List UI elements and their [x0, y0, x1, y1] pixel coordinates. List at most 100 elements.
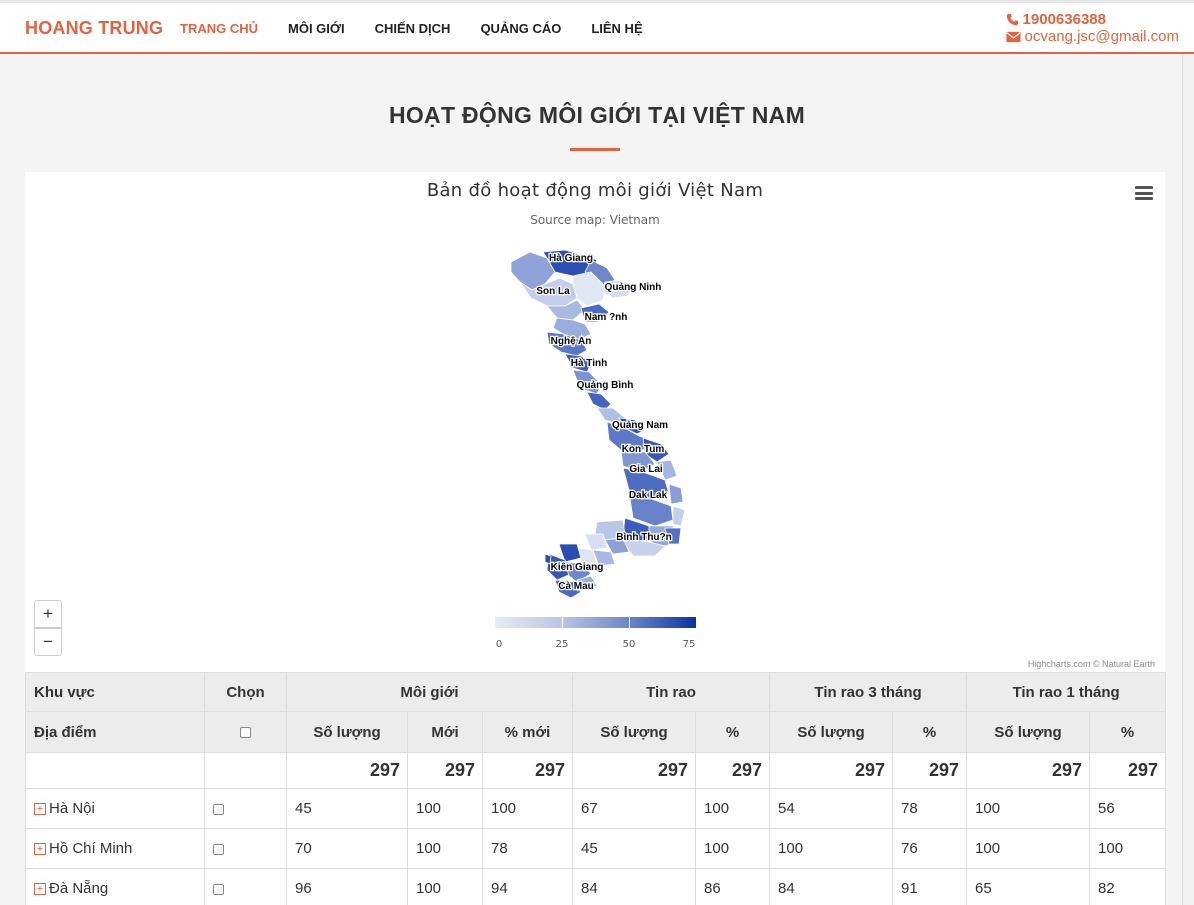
main-nav: TRANG CHỦ MÔI GIỚI CHIẾN DỊCH QUẢNG CÁO …	[180, 21, 673, 37]
location-name[interactable]: Hà Nội	[49, 800, 95, 817]
legend-label: 0	[495, 639, 503, 650]
cell-value: 78	[481, 828, 574, 869]
zoom-out-button[interactable]: −	[34, 628, 62, 656]
total-value: 297	[892, 752, 968, 789]
map-chart: Hà Giang Quảng Ninh Son La Nam ?nh Nghệ …	[25, 172, 1165, 672]
total-value: 297	[286, 752, 408, 789]
col-header-pct: %	[892, 711, 968, 753]
cell-value: 84	[572, 868, 697, 905]
cell-value: 100	[966, 828, 1091, 869]
map-label: Cà Mau	[558, 581, 594, 592]
title-underline	[570, 148, 620, 151]
col-header-location: Địa điểm	[25, 711, 205, 753]
nav-campaigns[interactable]: CHIẾN DỊCH	[375, 21, 451, 37]
nav-home[interactable]: TRANG CHỦ	[180, 21, 258, 37]
total-value: 297	[572, 752, 697, 789]
cell-value: 91	[892, 868, 968, 905]
map-label: Hà Giang	[549, 253, 593, 264]
col-header-region: Khu vực	[25, 672, 205, 712]
col-header-pct: %	[695, 711, 771, 753]
row-checkbox[interactable]	[213, 883, 224, 895]
region-quang-tri[interactable]	[586, 391, 612, 411]
export-menu-icon[interactable]	[1135, 186, 1153, 200]
page-scrollbar[interactable]	[1182, 54, 1194, 905]
cell-value: 67	[572, 788, 697, 829]
total-value: 297	[407, 752, 483, 789]
cell-value: 100	[695, 788, 771, 829]
legend-label: 25	[555, 639, 569, 650]
cell-value: 100	[407, 868, 483, 905]
row-checkbox[interactable]	[213, 843, 224, 855]
legend-label: 50	[622, 639, 636, 650]
email-row[interactable]: ocvang.jsc@gmail.com	[1006, 28, 1179, 45]
select-cell	[204, 868, 287, 905]
row-checkbox[interactable]	[213, 803, 224, 815]
region-khanh-hoa[interactable]	[672, 505, 686, 527]
select-cell	[204, 828, 287, 869]
contact-info: 1900636388 ocvang.jsc@gmail.com	[1006, 11, 1179, 45]
top-navbar: HOANG TRUNG TRANG CHỦ MÔI GIỚI CHIẾN DỊC…	[0, 0, 1194, 54]
table-row: + Đà Nẵng 96 100 94 84 86 84 91 65 82	[25, 868, 1167, 905]
cell-value: 100	[481, 788, 574, 829]
nav-brokers[interactable]: MÔI GIỚI	[288, 21, 345, 37]
cell-value: 100	[966, 788, 1091, 829]
map-label: Hà Tinh	[571, 358, 607, 369]
cell-value: 100	[407, 788, 483, 829]
totals-cell	[204, 752, 287, 789]
total-value: 297	[966, 752, 1091, 789]
vietnam-map[interactable]: Hà Giang Quảng Ninh Son La Nam ?nh Nghệ …	[25, 172, 1165, 672]
select-cell	[204, 788, 287, 829]
location-cell: + Hồ Chí Minh	[25, 828, 205, 869]
phone-row[interactable]: 1900636388	[1006, 11, 1179, 28]
map-label: Kon Tum	[622, 444, 665, 455]
col-header-select: Chọn	[204, 672, 287, 712]
zoom-in-button[interactable]: +	[34, 600, 62, 628]
expand-icon[interactable]: +	[34, 843, 46, 855]
phone-icon	[1006, 13, 1018, 26]
legend-tick	[562, 617, 563, 628]
cell-value: 94	[481, 868, 574, 905]
phone-number[interactable]: 1900636388	[1023, 11, 1106, 28]
email-address[interactable]: ocvang.jsc@gmail.com	[1025, 28, 1179, 45]
color-axis-legend	[495, 617, 696, 628]
cell-value: 54	[769, 788, 894, 829]
select-all-checkbox[interactable]	[240, 727, 251, 739]
cell-value: 100	[695, 828, 771, 869]
cell-value: 45	[286, 788, 408, 829]
location-name[interactable]: Hồ Chí Minh	[49, 840, 132, 857]
nav-contact[interactable]: LIÊN HỆ	[591, 21, 642, 37]
page-title: HOẠT ĐỘNG MÔI GIỚI TẠI VIỆT NAM	[388, 102, 806, 128]
brand-logo[interactable]: HOANG TRUNG	[25, 18, 163, 39]
col-header-count: Số lượng	[769, 711, 894, 753]
map-label: Nam ?nh	[585, 312, 628, 323]
map-label: Son La	[536, 286, 570, 297]
map-label: Kiên Giang	[551, 562, 604, 573]
cell-value: 65	[966, 868, 1091, 905]
map-label: Quảng Ninh	[605, 282, 662, 293]
cell-value: 96	[286, 868, 408, 905]
cell-value: 86	[695, 868, 771, 905]
table-row: + Hà Nội 45 100 100 67 100 54 78 100 56	[25, 788, 1167, 829]
map-label: Bình Thu?n	[616, 532, 672, 543]
col-header-count: Số lượng	[572, 711, 697, 753]
expand-icon[interactable]: +	[34, 803, 46, 815]
expand-icon[interactable]: +	[34, 883, 46, 895]
col-header-pct: %	[1089, 711, 1167, 753]
map-label: Gia Lai	[629, 464, 663, 475]
location-cell: + Hà Nội	[25, 788, 205, 829]
map-label: Quảng Nam	[612, 420, 668, 431]
totals-cell	[25, 752, 205, 789]
region-tay-ninh[interactable]	[584, 533, 608, 551]
cell-value: 82	[1089, 868, 1167, 905]
total-value: 297	[695, 752, 771, 789]
total-value: 297	[769, 752, 894, 789]
chart-credits[interactable]: Highcharts.com © Natural Earth	[1028, 659, 1155, 669]
totals-row: 297 297 297 297 297 297 297 297 297	[25, 752, 1167, 789]
location-name[interactable]: Đà Nẵng	[49, 880, 108, 897]
cell-value: 84	[769, 868, 894, 905]
nav-ads[interactable]: QUẢNG CÁO	[480, 21, 561, 37]
cell-value: 78	[892, 788, 968, 829]
cell-value: 70	[286, 828, 408, 869]
select-all-cell	[204, 711, 287, 753]
region-phu-yen[interactable]	[668, 483, 684, 505]
